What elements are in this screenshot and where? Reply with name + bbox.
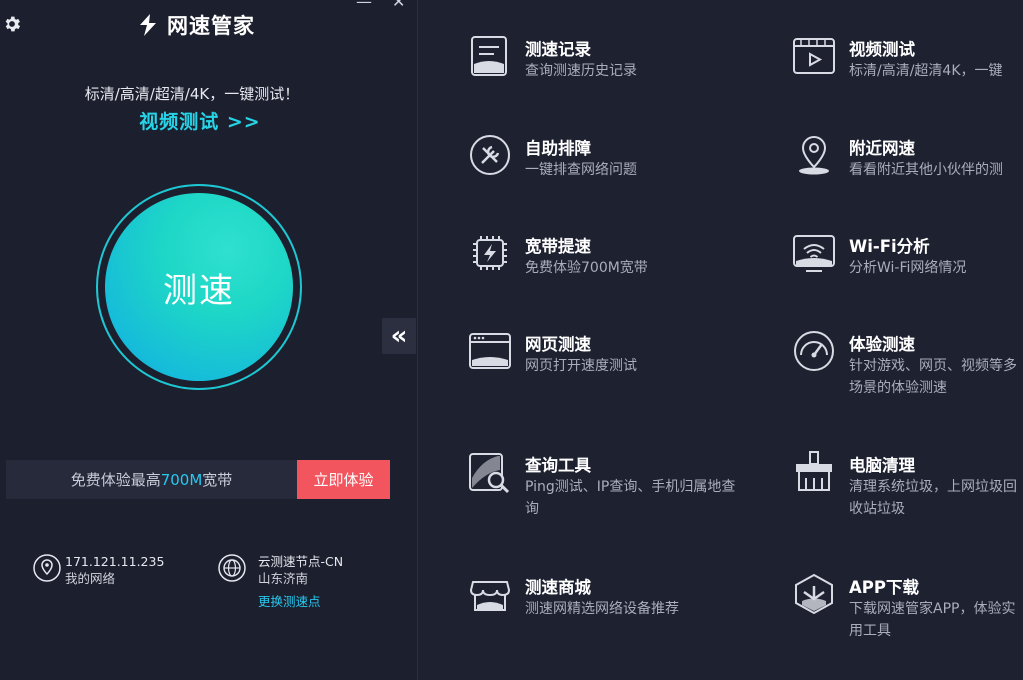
gear-icon[interactable]: [2, 14, 22, 34]
offer-highlight: 700M: [160, 470, 203, 489]
ip-info: 171.121.11.235 我的网络: [65, 553, 164, 587]
feature-desc: 标清/高清/超清4K，一键: [849, 63, 1003, 79]
promo-text: 标清/高清/超清/4K，一键测试！: [84, 85, 300, 103]
feature-panel: 测速记录 查询测速历史记录 视频测试 标清/高清/超清4K，一键 自助排障 一键…: [418, 0, 1023, 680]
feature-desc: Ping测试、IP查询、手机归属地查询: [525, 479, 736, 517]
left-panel: 网速管家 — ✕ 标清/高清/超清/4K，一键测试！ 视频测试 >> 测速 免费…: [0, 0, 418, 680]
close-button[interactable]: ✕: [392, 0, 405, 11]
globe-icon: [218, 554, 246, 582]
offer-bar: 免费体验最高 700M 宽带: [6, 460, 297, 499]
feature-video-test[interactable]: 视频测试 标清/高清/超清4K，一键: [792, 34, 1023, 84]
feature-speed-shop[interactable]: 测速商城 测速网精选网络设备推荐: [468, 572, 758, 622]
feature-title: 视频测试: [849, 40, 915, 59]
feature-desc: 清理系统垃圾，上网垃圾回收站垃圾: [849, 479, 1017, 517]
try-now-button[interactable]: 立即体验: [297, 460, 390, 499]
video-test-link[interactable]: 视频测试 >>: [0, 107, 400, 134]
feature-title: 查询工具: [525, 456, 591, 475]
location-pin-icon: [33, 554, 61, 582]
feature-desc: 下载网速管家APP，体验实用工具: [849, 601, 1016, 639]
feature-experience-speed[interactable]: 体验测速 针对游戏、网页、视频等多场景的体验测速: [792, 329, 1023, 399]
feature-nearby-speed[interactable]: 附近网速 看看附近其他小伙伴的测: [792, 133, 1023, 183]
node-region: 山东济南: [258, 571, 309, 586]
feature-wifi-analysis[interactable]: Wi-Fi分析 分析Wi-Fi网络情况: [792, 231, 1023, 281]
feature-title: 自助排障: [525, 139, 591, 158]
offer-text-before: 免费体验最高: [70, 471, 161, 489]
gauge-icon: [794, 331, 834, 371]
collapse-button[interactable]: «: [382, 318, 416, 354]
search-tool-icon: [469, 453, 510, 494]
feature-desc: 看看附近其他小伙伴的测: [849, 162, 1003, 178]
feature-broadband-boost[interactable]: 宽带提速 免费体验700M宽带: [468, 231, 758, 281]
shop-icon: [469, 581, 511, 611]
feature-title: 网页测速: [525, 335, 591, 354]
broom-icon: [796, 451, 832, 491]
feature-desc: 网页打开速度测试: [525, 358, 637, 374]
feature-title: 测速商城: [525, 578, 591, 597]
feature-title: 附近网速: [849, 139, 915, 158]
feature-desc: 分析Wi-Fi网络情况: [849, 260, 967, 276]
logo-icon: [140, 14, 156, 36]
feature-title: 体验测速: [849, 335, 915, 354]
node-name: 云测速节点-CN: [258, 554, 344, 569]
ip-label: 我的网络: [65, 571, 116, 586]
feature-desc: 针对游戏、网页、视频等多场景的体验测速: [849, 358, 1017, 396]
tools-icon: [470, 135, 510, 175]
change-node-link[interactable]: 更换测速点: [258, 593, 343, 610]
brand-name: 网速管家: [167, 14, 255, 38]
feature-desc: 一键排查网络问题: [525, 162, 637, 178]
speed-test-button[interactable]: 测速: [105, 193, 293, 381]
app-download-icon: [795, 573, 833, 615]
feature-pc-cleanup[interactable]: 电脑清理 清理系统垃圾，上网垃圾回收站垃圾: [792, 450, 1023, 520]
feature-webpage-speed[interactable]: 网页测速 网页打开速度测试: [468, 329, 758, 379]
location-icon: [799, 135, 829, 175]
feature-desc: 查询测速历史记录: [525, 63, 637, 79]
ip-address: 171.121.11.235: [65, 554, 165, 569]
node-info: 云测速节点-CN 山东济南 更换测速点: [258, 553, 343, 610]
feature-desc: 测速网精选网络设备推荐: [525, 601, 679, 617]
wifi-icon: [793, 235, 835, 272]
feature-query-tools[interactable]: 查询工具 Ping测试、IP查询、手机归属地查询: [468, 450, 758, 520]
video-icon: [793, 38, 835, 74]
brand: 网速管家: [135, 10, 255, 40]
feature-speed-record[interactable]: 测速记录 查询测速历史记录: [468, 34, 758, 84]
feature-title: 测速记录: [525, 40, 591, 59]
feature-title: Wi-Fi分析: [849, 237, 930, 256]
feature-app-download[interactable]: APP下载 下载网速管家APP，体验实用工具: [792, 572, 1023, 642]
feature-desc: 免费体验700M宽带: [525, 260, 648, 276]
minimize-button[interactable]: —: [356, 0, 372, 11]
feature-title: APP下载: [849, 578, 919, 597]
feature-self-diagnose[interactable]: 自助排障 一键排查网络问题: [468, 133, 758, 183]
record-icon: [471, 36, 507, 76]
feature-title: 宽带提速: [525, 237, 591, 256]
offer-text-after: 宽带: [202, 471, 233, 489]
browser-icon: [469, 333, 511, 369]
chip-icon: [473, 236, 507, 270]
feature-title: 电脑清理: [849, 456, 915, 475]
